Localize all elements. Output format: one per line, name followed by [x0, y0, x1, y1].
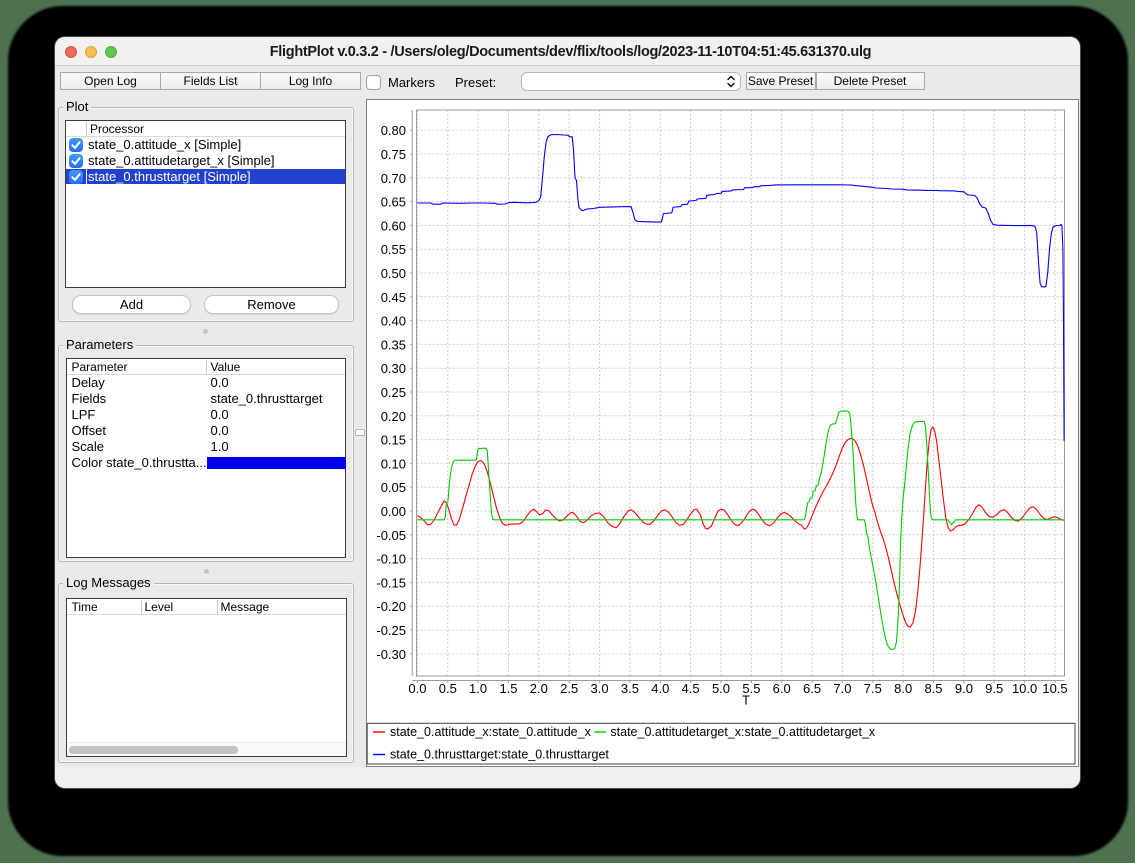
- svg-text:1.0: 1.0: [469, 681, 487, 696]
- svg-text:-0.20: -0.20: [376, 599, 406, 614]
- svg-text:state_0.attitude_x:state_0.att: state_0.attitude_x:state_0.attitude_x: [390, 725, 592, 739]
- svg-text:0.10: 0.10: [381, 456, 406, 471]
- svg-text:-0.05: -0.05: [376, 528, 406, 543]
- svg-text:0.75: 0.75: [381, 147, 406, 162]
- svg-text:0.35: 0.35: [381, 337, 406, 352]
- svg-text:0.45: 0.45: [381, 290, 406, 305]
- svg-text:2.5: 2.5: [560, 681, 578, 696]
- svg-text:0.80: 0.80: [381, 123, 406, 138]
- svg-text:3.0: 3.0: [591, 681, 609, 696]
- svg-text:9.0: 9.0: [955, 681, 973, 696]
- svg-text:7.5: 7.5: [864, 681, 882, 696]
- svg-text:8.0: 8.0: [894, 681, 912, 696]
- svg-text:state_0.thrusttarget:state_0.t: state_0.thrusttarget:state_0.thrusttarge…: [390, 748, 609, 762]
- svg-text:-0.30: -0.30: [376, 647, 406, 662]
- svg-text:10.5: 10.5: [1042, 681, 1067, 696]
- svg-text:8.5: 8.5: [924, 681, 942, 696]
- svg-text:0.60: 0.60: [381, 218, 406, 233]
- svg-text:-0.25: -0.25: [376, 623, 406, 638]
- svg-text:-0.10: -0.10: [376, 552, 406, 567]
- svg-text:-0.15: -0.15: [376, 575, 406, 590]
- svg-text:4.5: 4.5: [682, 681, 700, 696]
- svg-text:0.25: 0.25: [381, 385, 406, 400]
- svg-text:5.0: 5.0: [712, 681, 730, 696]
- svg-text:0.55: 0.55: [381, 242, 406, 257]
- svg-text:T: T: [742, 693, 750, 708]
- svg-text:10.0: 10.0: [1012, 681, 1037, 696]
- svg-text:0.70: 0.70: [381, 171, 406, 186]
- svg-text:0.65: 0.65: [381, 195, 406, 210]
- svg-text:0.0: 0.0: [408, 681, 426, 696]
- svg-text:0.00: 0.00: [381, 504, 406, 519]
- svg-text:0.5: 0.5: [439, 681, 457, 696]
- svg-text:2.0: 2.0: [530, 681, 548, 696]
- svg-text:0.15: 0.15: [381, 433, 406, 448]
- svg-text:7.0: 7.0: [833, 681, 851, 696]
- svg-text:0.05: 0.05: [381, 480, 406, 495]
- svg-text:0.20: 0.20: [381, 409, 406, 424]
- svg-text:6.0: 6.0: [773, 681, 791, 696]
- svg-text:0.50: 0.50: [381, 266, 406, 281]
- svg-text:0.40: 0.40: [381, 314, 406, 329]
- svg-text:4.0: 4.0: [651, 681, 669, 696]
- svg-text:1.5: 1.5: [499, 681, 517, 696]
- svg-text:6.5: 6.5: [803, 681, 821, 696]
- svg-text:0.30: 0.30: [381, 361, 406, 376]
- svg-text:9.5: 9.5: [985, 681, 1003, 696]
- svg-text:3.5: 3.5: [621, 681, 639, 696]
- svg-text:state_0.attitudetarget_x:state: state_0.attitudetarget_x:state_0.attitud…: [610, 725, 876, 739]
